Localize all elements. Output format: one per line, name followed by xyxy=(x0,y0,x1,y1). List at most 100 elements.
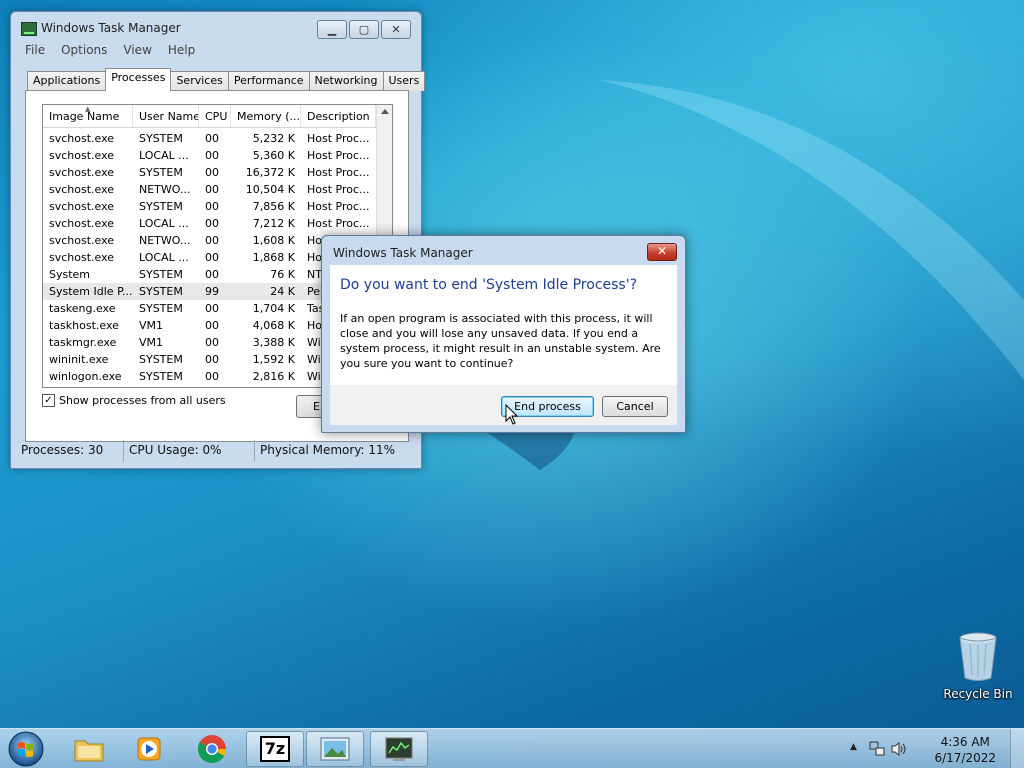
process-row[interactable]: svchost.exe LOCAL ... 00 7,212 K Host Proc..… xyxy=(43,215,376,232)
process-memory: 16,372 K xyxy=(245,166,295,179)
process-user-name: SYSTEM xyxy=(139,166,183,179)
taskbar-media-player[interactable] xyxy=(120,731,178,767)
dialog-content: Do you want to end 'System Idle Process'… xyxy=(330,265,677,385)
process-cpu: 00 xyxy=(205,319,219,332)
show-desktop-button[interactable] xyxy=(1010,729,1024,768)
list-header: ▲ Image Name User Name CPU Memory (... D… xyxy=(43,105,376,128)
window-title: Windows Task Manager xyxy=(41,21,181,35)
process-cpu: 00 xyxy=(205,370,219,383)
process-memory: 5,360 K xyxy=(252,149,295,162)
process-row[interactable]: svchost.exe SYSTEM 00 16,372 K Host Proc... xyxy=(43,164,376,181)
close-button[interactable]: ✕ xyxy=(381,20,411,39)
process-memory: 24 K xyxy=(270,285,295,298)
media-player-icon xyxy=(137,737,161,761)
network-icon[interactable] xyxy=(868,740,886,758)
minimize-button[interactable]: ▁ xyxy=(317,20,347,39)
dialog-close-button[interactable]: ✕ xyxy=(647,243,677,261)
system-clock[interactable]: 4:36 AM 6/17/2022 xyxy=(934,734,996,766)
column-description[interactable]: Description xyxy=(301,105,376,127)
taskbar-chrome[interactable] xyxy=(183,731,241,767)
tab-services[interactable]: Services xyxy=(170,71,229,91)
column-cpu[interactable]: CPU xyxy=(199,105,231,127)
process-cpu: 99 xyxy=(205,285,219,298)
taskbar: 7z ▲ 4:36 AM 6/17/2022 xyxy=(0,728,1024,768)
task-manager-taskbar-icon xyxy=(385,737,413,761)
dialog-title: Windows Task Manager xyxy=(333,246,473,260)
process-image-name: svchost.exe xyxy=(49,251,115,264)
menu-help[interactable]: Help xyxy=(160,42,203,62)
recycle-bin-label[interactable]: Recycle Bin xyxy=(940,687,1016,701)
process-user-name: SYSTEM xyxy=(139,370,183,383)
process-image-name: svchost.exe xyxy=(49,200,115,213)
menu-options[interactable]: Options xyxy=(53,42,115,62)
process-user-name: NETWO... xyxy=(139,183,191,196)
tab-users[interactable]: Users xyxy=(382,71,426,91)
process-user-name: NETWO... xyxy=(139,234,191,247)
process-image-name: svchost.exe xyxy=(49,149,115,162)
tab-networking[interactable]: Networking xyxy=(308,71,384,91)
process-image-name: svchost.exe xyxy=(49,217,115,230)
taskbar-task-manager[interactable] xyxy=(370,731,428,767)
process-memory: 1,868 K xyxy=(252,251,295,264)
process-image-name: taskhost.exe xyxy=(49,319,119,332)
status-processes: Processes: 30 xyxy=(17,440,124,462)
process-image-name: taskmgr.exe xyxy=(49,336,117,349)
volume-icon[interactable] xyxy=(890,740,908,758)
menu-view[interactable]: View xyxy=(115,42,159,62)
show-hidden-icons-icon[interactable]: ▲ xyxy=(850,742,857,752)
taskbar-7zip[interactable]: 7z xyxy=(246,731,304,767)
taskbar-picture-viewer[interactable] xyxy=(306,731,364,767)
dialog-button-area: End process Cancel xyxy=(330,385,677,425)
taskbar-explorer[interactable] xyxy=(60,731,118,767)
process-memory: 7,212 K xyxy=(252,217,295,230)
process-row[interactable]: svchost.exe LOCAL ... 00 5,360 K Host Proc..… xyxy=(43,147,376,164)
title-bar[interactable]: Windows Task Manager ▁ ▢ ✕ xyxy=(11,12,421,42)
process-user-name: SYSTEM xyxy=(139,353,183,366)
clock-time: 4:36 AM xyxy=(940,735,990,749)
menu-bar: File Options View Help xyxy=(17,42,203,62)
process-row[interactable]: svchost.exe SYSTEM 00 5,232 K Host Proc... xyxy=(43,130,376,147)
mouse-cursor-icon xyxy=(505,404,519,425)
show-all-users-checkbox[interactable]: ✓ xyxy=(42,394,55,407)
process-user-name: LOCAL ... xyxy=(139,251,189,264)
menu-file[interactable]: File xyxy=(17,42,53,62)
tab-performance[interactable]: Performance xyxy=(227,71,310,91)
notification-area: ▲ 4:36 AM 6/17/2022 xyxy=(834,729,1024,768)
process-memory: 3,388 K xyxy=(252,336,295,349)
process-memory: 5,232 K xyxy=(252,132,295,145)
process-image-name: taskeng.exe xyxy=(49,302,116,315)
recycle-bin[interactable]: Recycle Bin xyxy=(940,630,1016,701)
tab-applications[interactable]: Applications xyxy=(27,71,107,91)
process-memory: 4,068 K xyxy=(252,319,295,332)
process-memory: 10,504 K xyxy=(245,183,295,196)
show-all-users-label[interactable]: Show processes from all users xyxy=(59,394,226,407)
process-cpu: 00 xyxy=(205,234,219,247)
process-user-name: LOCAL ... xyxy=(139,149,189,162)
process-memory: 76 K xyxy=(270,268,295,281)
cancel-button[interactable]: Cancel xyxy=(602,396,668,417)
process-user-name: SYSTEM xyxy=(139,268,183,281)
column-memory[interactable]: Memory (... xyxy=(231,105,301,127)
column-user-name[interactable]: User Name xyxy=(133,105,199,127)
end-process-dialog: Windows Task Manager ✕ Do you want to en… xyxy=(321,235,686,433)
show-all-users-row: ✓ Show processes from all users xyxy=(42,394,226,407)
process-cpu: 00 xyxy=(205,132,219,145)
dialog-main-instruction: Do you want to end 'System Idle Process'… xyxy=(340,277,638,293)
tab-processes[interactable]: Processes xyxy=(105,68,172,91)
process-cpu: 00 xyxy=(205,353,219,366)
7zip-icon: 7z xyxy=(260,736,290,762)
process-memory: 1,608 K xyxy=(252,234,295,247)
process-description: Host Proc... xyxy=(307,183,370,196)
status-cpu-usage: CPU Usage: 0% xyxy=(124,440,255,462)
start-button[interactable] xyxy=(6,730,46,768)
process-description: Host Proc... xyxy=(307,132,370,145)
process-image-name: System Idle P... xyxy=(49,285,133,298)
process-user-name: VM1 xyxy=(139,336,164,349)
maximize-button[interactable]: ▢ xyxy=(349,20,379,39)
process-memory: 7,856 K xyxy=(252,200,295,213)
process-memory: 1,704 K xyxy=(252,302,295,315)
process-user-name: SYSTEM xyxy=(139,302,183,315)
process-row[interactable]: svchost.exe SYSTEM 00 7,856 K Host Proc... xyxy=(43,198,376,215)
process-row[interactable]: svchost.exe NETWO... 00 10,504 K Host Proc..… xyxy=(43,181,376,198)
scroll-up-icon[interactable] xyxy=(381,109,389,114)
